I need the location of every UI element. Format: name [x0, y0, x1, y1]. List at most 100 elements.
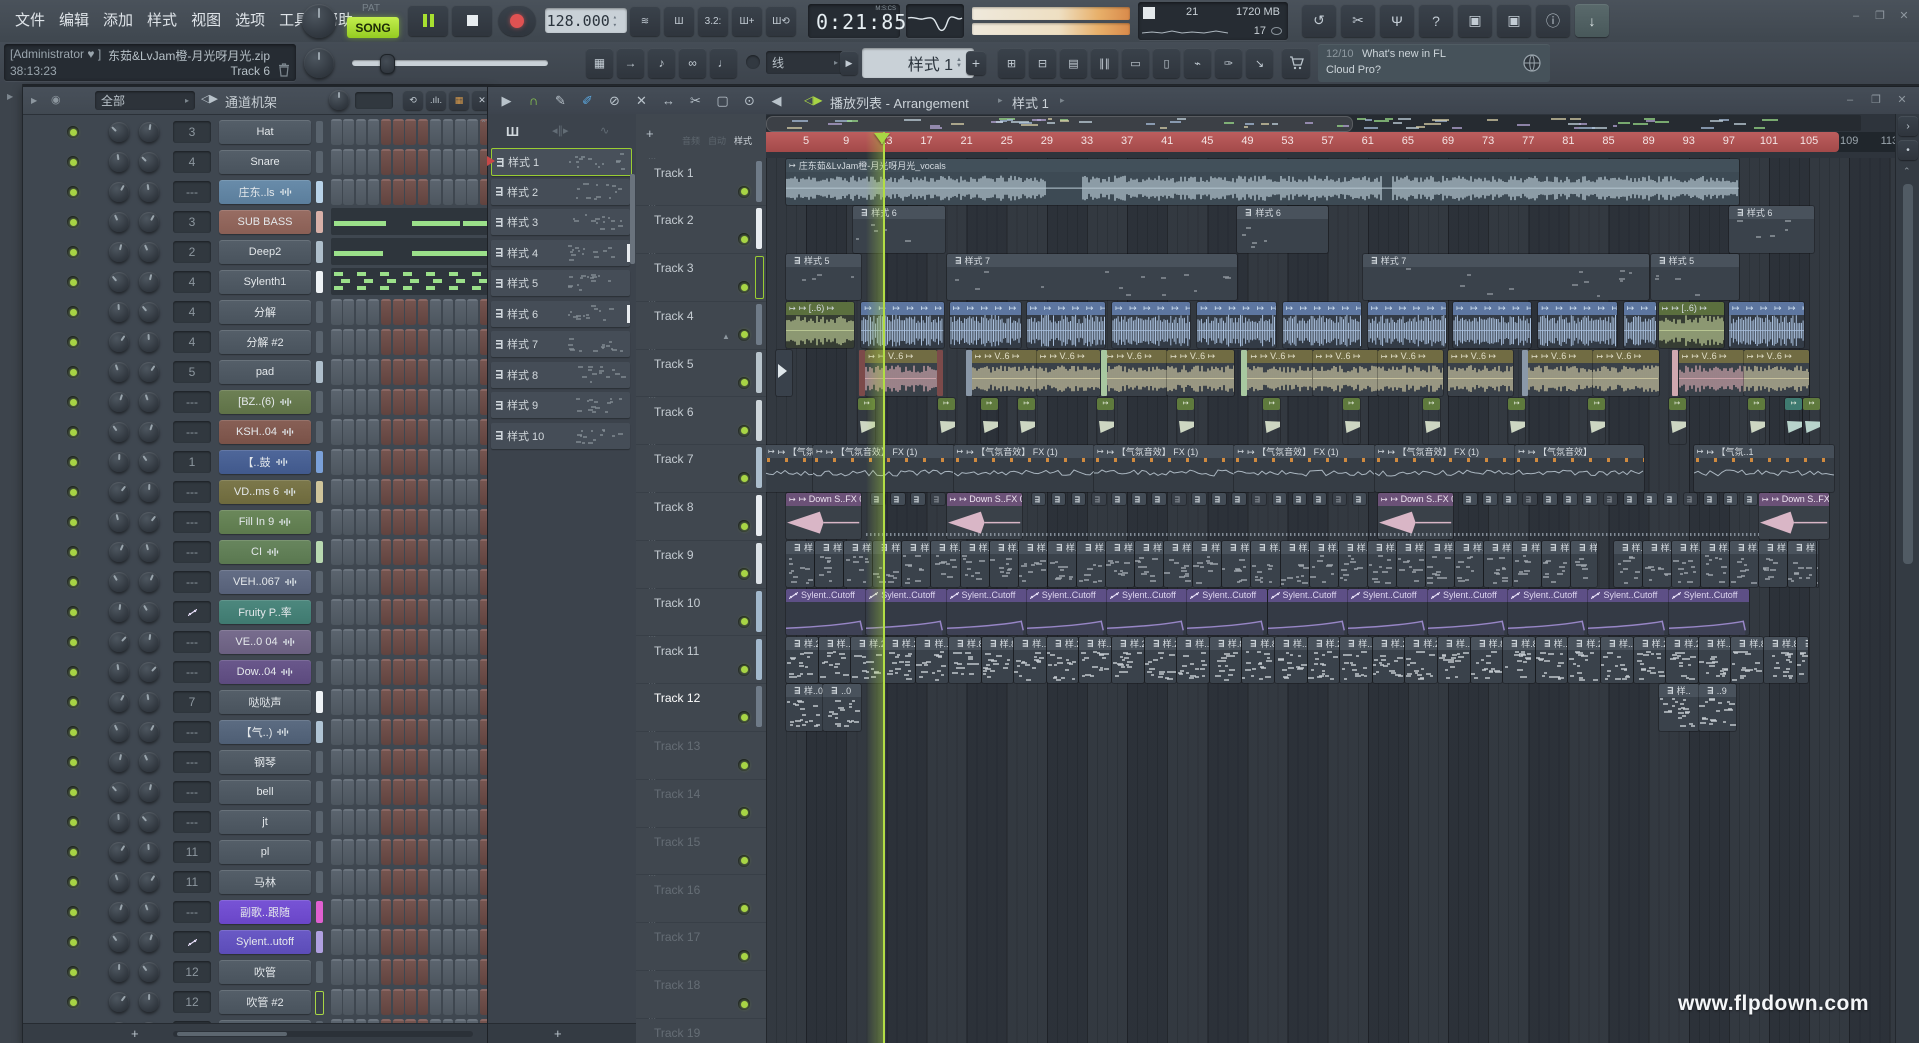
pattern-item[interactable]: 样式 7 — [491, 331, 630, 357]
step-cell[interactable] — [455, 749, 466, 775]
channel-volume-knob[interactable] — [139, 122, 159, 142]
track-mute-led[interactable] — [738, 998, 750, 1010]
audio-clip-v6[interactable]: ↦↦ V..6 ↦ — [1679, 350, 1744, 396]
mini-pattern-clip[interactable] — [1172, 493, 1186, 505]
mixer-icon[interactable]: ∥∥ — [1091, 48, 1118, 78]
channel-volume-knob[interactable] — [139, 182, 159, 202]
scroll-right-button[interactable]: › — [1898, 116, 1918, 136]
channel-pan-knob[interactable] — [109, 422, 129, 442]
channel-volume-knob[interactable] — [139, 572, 159, 592]
plugin-icon[interactable]: ⌁ — [1184, 48, 1211, 78]
keyboard-editor-icon[interactable]: ▦ — [449, 90, 469, 110]
track-color-strip[interactable] — [756, 447, 762, 488]
step-cell[interactable] — [430, 689, 441, 715]
playlist-breadcrumb[interactable]: 样式 1 — [1012, 93, 1049, 112]
channel-volume-knob[interactable] — [139, 602, 159, 622]
step-cell[interactable] — [418, 389, 429, 415]
step-cell[interactable] — [381, 959, 392, 985]
step-cell[interactable] — [356, 779, 367, 805]
graph-editor-icon[interactable]: .ılı. — [426, 90, 446, 110]
channel-color-strip[interactable] — [316, 241, 323, 263]
step-cell[interactable] — [393, 899, 404, 925]
step-cell[interactable] — [443, 749, 454, 775]
minimize-button[interactable]: – — [1846, 8, 1866, 23]
channel-volume-knob[interactable] — [139, 752, 159, 772]
step-cell[interactable] — [443, 419, 454, 445]
step-cell[interactable] — [331, 809, 342, 835]
step-cell[interactable] — [381, 839, 392, 865]
track-color-strip[interactable] — [756, 495, 762, 536]
step-cell[interactable] — [381, 989, 392, 1015]
step-cell[interactable] — [381, 359, 392, 385]
step-cell[interactable] — [455, 809, 466, 835]
fx-audio-clip[interactable]: ↦↦ 【气氛..1 — [1694, 445, 1834, 491]
menu-1[interactable]: 编辑 — [59, 0, 89, 42]
channel-volume-knob[interactable] — [139, 992, 159, 1012]
step-cell[interactable] — [343, 179, 354, 205]
timeline-ruler[interactable]: 5913172125293337414549535761656973778185… — [766, 132, 1895, 152]
step-cell[interactable] — [356, 479, 367, 505]
channel-button[interactable]: 马林 — [219, 870, 311, 894]
step-cell[interactable] — [393, 179, 404, 205]
step-cell[interactable] — [418, 509, 429, 535]
audio-clip-blue[interactable]: ↦ ↦ ↦ ↦ ↦ ↦ ↦ — [1197, 302, 1275, 348]
channel-led[interactable] — [67, 336, 79, 348]
swing-knob[interactable] — [329, 90, 349, 110]
playlist-minimize-button[interactable]: – — [1840, 92, 1860, 107]
step-cell[interactable] — [331, 839, 342, 865]
step-cell[interactable] — [356, 329, 367, 355]
rack-hscrollbar[interactable] — [173, 1031, 473, 1037]
step-cell[interactable] — [405, 449, 416, 475]
step-cell[interactable] — [343, 869, 354, 895]
step-cell[interactable] — [405, 329, 416, 355]
track-header[interactable]: ⋯Track 15 — [636, 827, 766, 876]
step-cell[interactable] — [368, 299, 379, 325]
step-cell[interactable] — [455, 989, 466, 1015]
step-cell[interactable] — [455, 959, 466, 985]
pattern-clip[interactable]: 样.1 — [1077, 541, 1105, 587]
step-cell[interactable] — [430, 839, 441, 865]
mini-pattern-clip[interactable] — [931, 493, 945, 505]
pattern-clip[interactable]: 样.8 — [1764, 637, 1796, 683]
step-cell[interactable] — [356, 599, 367, 625]
channel-target-display[interactable]: --- — [173, 661, 211, 683]
channel-target-display[interactable]: --- — [173, 811, 211, 833]
menu-3[interactable]: 样式 — [147, 0, 177, 42]
step-cell[interactable] — [356, 389, 367, 415]
rack-cycle-icon[interactable]: ◉ — [51, 93, 61, 106]
bpm-display[interactable]: 128.000▴▾ — [545, 8, 627, 33]
step-cell[interactable] — [393, 329, 404, 355]
header-tab-auto[interactable]: 自动 — [708, 134, 726, 147]
channel-led[interactable] — [67, 216, 79, 228]
browser-icon[interactable]: ▭ — [1122, 48, 1149, 78]
channel-color-strip[interactable] — [316, 511, 323, 533]
step-cell[interactable] — [343, 509, 354, 535]
channel-target-display[interactable]: --- — [173, 781, 211, 803]
channel-button[interactable]: Sylenth1 — [219, 270, 311, 294]
channel-color-strip[interactable] — [316, 961, 323, 983]
channel-button[interactable]: 分解 #2 — [219, 330, 311, 354]
mini-pattern-clip[interactable] — [1523, 493, 1537, 505]
step-cell[interactable] — [368, 539, 379, 565]
step-cell[interactable] — [356, 959, 367, 985]
shop-button[interactable] — [1282, 48, 1310, 78]
pattern-clip[interactable]: 样.8 — [1242, 637, 1274, 683]
audio-tag-clip[interactable]: ↦ — [1588, 398, 1605, 444]
step-cell[interactable] — [467, 629, 478, 655]
audio-tag-clip[interactable]: ↦ — [1018, 398, 1035, 444]
track-mute-led[interactable] — [738, 425, 750, 437]
channel-target-display[interactable]: 4 — [173, 331, 211, 353]
step-cell[interactable] — [356, 419, 367, 445]
step-cell[interactable] — [430, 179, 441, 205]
step-cell[interactable] — [418, 569, 429, 595]
automation-clip[interactable]: Sylent..Cutoff — [1669, 589, 1749, 635]
transport-option-4[interactable]: Ш⟲ — [766, 6, 796, 36]
slip-icon[interactable]: ⊘ — [604, 87, 625, 114]
step-cell[interactable] — [430, 809, 441, 835]
channel-led[interactable] — [67, 186, 79, 198]
channel-color-strip[interactable] — [316, 901, 323, 923]
step-cell[interactable] — [343, 959, 354, 985]
pattern-clip[interactable]: 样.. — [1797, 637, 1809, 683]
step-cell[interactable] — [368, 659, 379, 685]
pattern-clip[interactable]: 样.1 — [786, 541, 814, 587]
